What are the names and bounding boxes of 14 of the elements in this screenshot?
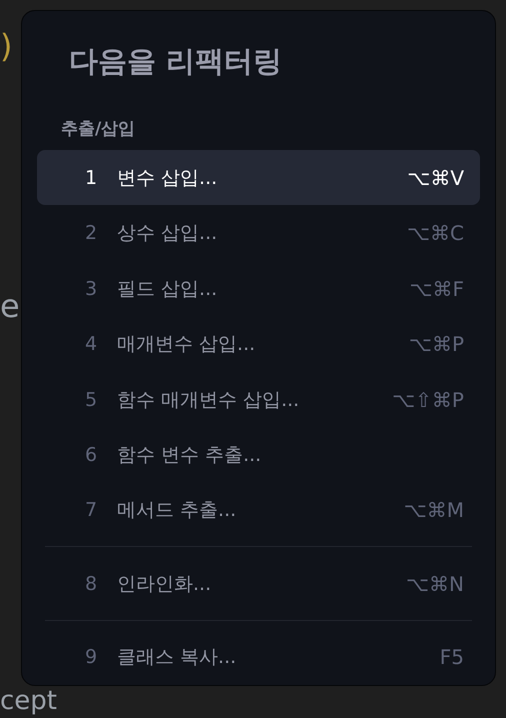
- popup-title: 다음을 리팩터링: [68, 43, 284, 80]
- section-header: 추출/삽입: [60, 118, 136, 141]
- menu-item[interactable]: 4 매개변수 삽입... ⌥⌘P: [37, 316, 480, 372]
- menu-item[interactable]: 9 클래스 복사... F5: [37, 630, 480, 686]
- code-text: ): [0, 30, 12, 62]
- menu-item[interactable]: 6 함수 변수 추출...: [37, 427, 480, 483]
- code-text: e: [0, 290, 20, 322]
- menu-item[interactable]: 1 변수 삽입... ⌥⌘V: [37, 150, 480, 206]
- menu-item[interactable]: 2 상수 삽입... ⌥⌘C: [37, 205, 480, 261]
- menu-item[interactable]: 3 필드 삽입... ⌥⌘F: [37, 260, 480, 316]
- menu-item[interactable]: 8 인라인화... ⌥⌘N: [37, 556, 480, 612]
- menu-item[interactable]: 5 함수 매개변수 삽입... ⌥⇧⌘P: [37, 372, 480, 428]
- menu-item[interactable]: 7 메서드 추출... ⌥⌘M: [37, 482, 480, 538]
- code-text: cept: [0, 685, 57, 718]
